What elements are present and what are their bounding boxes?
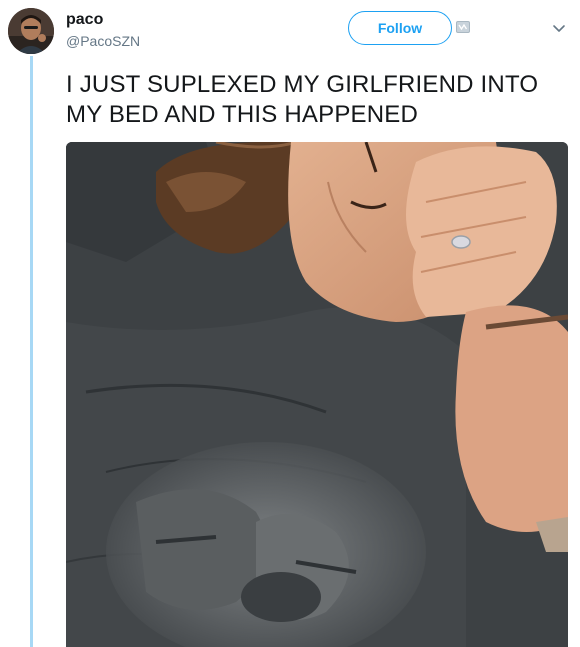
tweet-text: I JUST SUPLEXED MY GIRLFRIEND INTO MY BE… <box>66 71 539 128</box>
follow-button[interactable]: Follow <box>348 11 452 45</box>
screen-name[interactable]: @PacoSZN <box>66 33 140 49</box>
photo-icon <box>66 142 568 647</box>
profile-avatar-icon <box>8 8 54 54</box>
display-name[interactable]: paco <box>66 11 103 29</box>
tweet-card: paco @PacoSZN Follow I JUST SUPLEXED MY … <box>0 0 580 647</box>
add-user-icon <box>456 21 470 33</box>
tweet-photo[interactable] <box>66 142 568 647</box>
thread-line <box>30 56 33 647</box>
avatar[interactable] <box>8 8 54 54</box>
chevron-down-icon[interactable] <box>552 24 566 34</box>
